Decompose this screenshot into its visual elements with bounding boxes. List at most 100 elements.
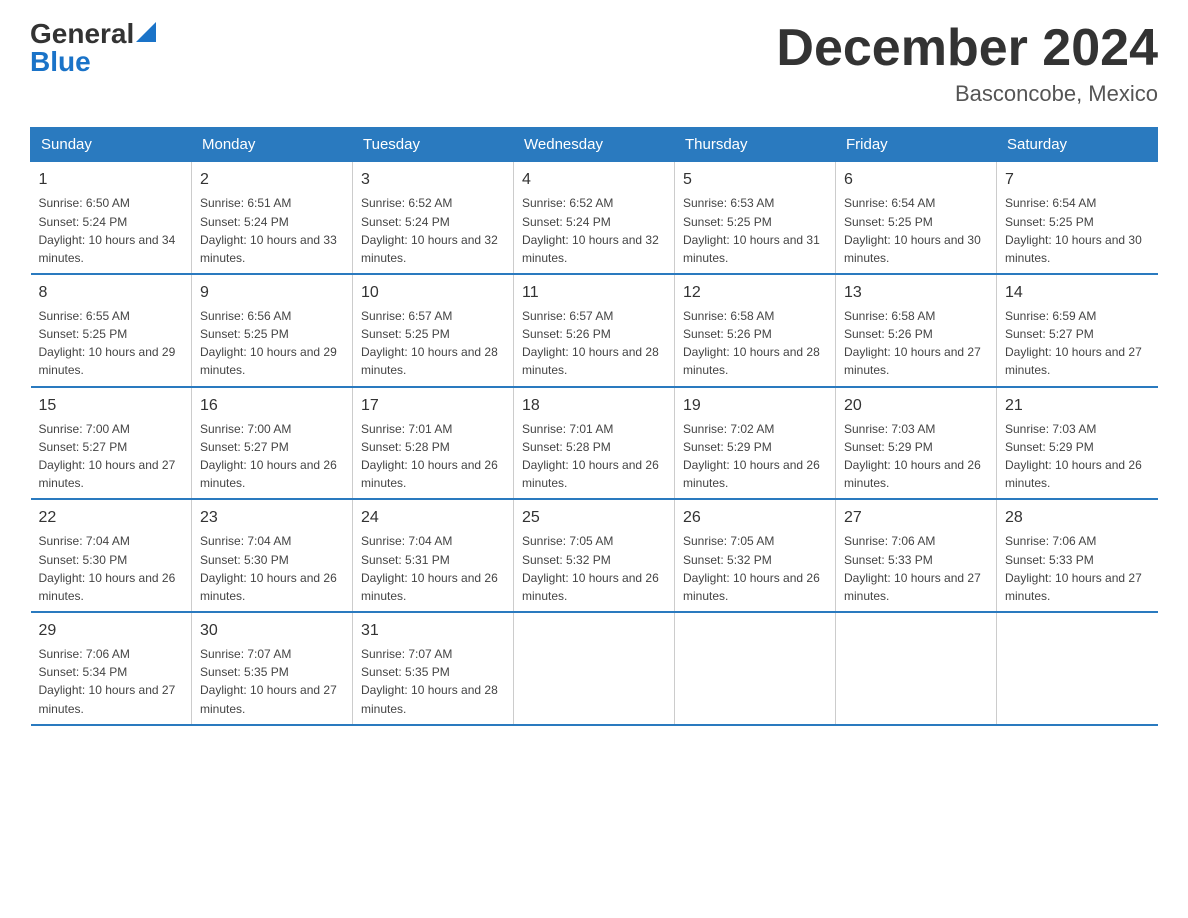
calendar-cell: 21 Sunrise: 7:03 AMSunset: 5:29 PMDayligh… — [997, 387, 1158, 500]
calendar-cell — [997, 612, 1158, 725]
calendar-cell: 29 Sunrise: 7:06 AMSunset: 5:34 PMDayligh… — [31, 612, 192, 725]
day-info: Sunrise: 7:05 AMSunset: 5:32 PMDaylight:… — [522, 534, 659, 602]
day-number: 12 — [683, 281, 827, 304]
day-info: Sunrise: 7:01 AMSunset: 5:28 PMDaylight:… — [361, 422, 498, 490]
day-number: 13 — [844, 281, 988, 304]
day-number: 22 — [39, 506, 184, 529]
calendar-cell: 5Sunrise: 6:53 AMSunset: 5:25 PMDaylight… — [675, 162, 836, 274]
main-title: December 2024 — [776, 20, 1158, 77]
week-row-5: 29 Sunrise: 7:06 AMSunset: 5:34 PMDayligh… — [31, 612, 1158, 725]
day-info: Sunrise: 6:54 AMSunset: 5:25 PMDaylight:… — [1005, 196, 1142, 264]
day-number: 2 — [200, 168, 344, 191]
day-info: Sunrise: 6:53 AMSunset: 5:25 PMDaylight:… — [683, 196, 820, 264]
day-number: 26 — [683, 506, 827, 529]
day-number: 16 — [200, 394, 344, 417]
calendar-cell: 31 Sunrise: 7:07 AMSunset: 5:35 PMDayligh… — [353, 612, 514, 725]
day-info: Sunrise: 7:03 AMSunset: 5:29 PMDaylight:… — [1005, 422, 1142, 490]
day-number: 10 — [361, 281, 505, 304]
day-number: 9 — [200, 281, 344, 304]
calendar-cell — [836, 612, 997, 725]
day-info: Sunrise: 7:04 AMSunset: 5:31 PMDaylight:… — [361, 534, 498, 602]
day-info: Sunrise: 6:58 AMSunset: 5:26 PMDaylight:… — [683, 309, 820, 377]
day-number: 31 — [361, 619, 505, 642]
calendar-cell: 24Sunrise: 7:04 AMSunset: 5:31 PMDayligh… — [353, 499, 514, 612]
day-info: Sunrise: 7:03 AMSunset: 5:29 PMDaylight:… — [844, 422, 981, 490]
day-number: 14 — [1005, 281, 1150, 304]
day-info: Sunrise: 6:52 AMSunset: 5:24 PMDaylight:… — [522, 196, 659, 264]
day-number: 11 — [522, 281, 666, 304]
logo-blue: Blue — [30, 48, 91, 76]
day-info: Sunrise: 6:59 AMSunset: 5:27 PMDaylight:… — [1005, 309, 1142, 377]
day-number: 25 — [522, 506, 666, 529]
day-info: Sunrise: 7:00 AMSunset: 5:27 PMDaylight:… — [200, 422, 337, 490]
day-info: Sunrise: 7:05 AMSunset: 5:32 PMDaylight:… — [683, 534, 820, 602]
day-info: Sunrise: 6:56 AMSunset: 5:25 PMDaylight:… — [200, 309, 337, 377]
day-number: 28 — [1005, 506, 1150, 529]
day-info: Sunrise: 7:01 AMSunset: 5:28 PMDaylight:… — [522, 422, 659, 490]
calendar-cell: 22 Sunrise: 7:04 AMSunset: 5:30 PMDayligh… — [31, 499, 192, 612]
calendar-cell: 20 Sunrise: 7:03 AMSunset: 5:29 PMDayligh… — [836, 387, 997, 500]
day-info: Sunrise: 6:52 AMSunset: 5:24 PMDaylight:… — [361, 196, 498, 264]
day-info: Sunrise: 7:06 AMSunset: 5:34 PMDaylight:… — [39, 647, 176, 715]
logo: General Blue — [30, 20, 156, 76]
day-info: Sunrise: 6:54 AMSunset: 5:25 PMDaylight:… — [844, 196, 981, 264]
calendar-cell: 8Sunrise: 6:55 AMSunset: 5:25 PMDaylight… — [31, 274, 192, 387]
week-row-3: 15 Sunrise: 7:00 AMSunset: 5:27 PMDayligh… — [31, 387, 1158, 500]
calendar-cell — [675, 612, 836, 725]
calendar-cell — [514, 612, 675, 725]
calendar-cell: 30 Sunrise: 7:07 AMSunset: 5:35 PMDayligh… — [192, 612, 353, 725]
calendar-cell: 15 Sunrise: 7:00 AMSunset: 5:27 PMDayligh… — [31, 387, 192, 500]
day-number: 17 — [361, 394, 505, 417]
day-info: Sunrise: 7:07 AMSunset: 5:35 PMDaylight:… — [200, 647, 337, 715]
day-number: 23 — [200, 506, 344, 529]
day-number: 7 — [1005, 168, 1150, 191]
week-row-2: 8Sunrise: 6:55 AMSunset: 5:25 PMDaylight… — [31, 274, 1158, 387]
calendar-cell: 9 Sunrise: 6:56 AMSunset: 5:25 PMDaylight… — [192, 274, 353, 387]
day-info: Sunrise: 6:57 AMSunset: 5:26 PMDaylight:… — [522, 309, 659, 377]
calendar-cell: 4 Sunrise: 6:52 AMSunset: 5:24 PMDaylight… — [514, 162, 675, 274]
header-sunday: Sunday — [31, 128, 192, 162]
day-number: 30 — [200, 619, 344, 642]
calendar-cell: 14 Sunrise: 6:59 AMSunset: 5:27 PMDayligh… — [997, 274, 1158, 387]
calendar-header-row: SundayMondayTuesdayWednesdayThursdayFrid… — [31, 128, 1158, 162]
calendar-cell: 28 Sunrise: 7:06 AMSunset: 5:33 PMDayligh… — [997, 499, 1158, 612]
day-info: Sunrise: 7:06 AMSunset: 5:33 PMDaylight:… — [844, 534, 981, 602]
logo-general: General — [30, 20, 134, 48]
subtitle: Basconcobe, Mexico — [776, 81, 1158, 107]
day-number: 15 — [39, 394, 184, 417]
day-number: 27 — [844, 506, 988, 529]
header-thursday: Thursday — [675, 128, 836, 162]
day-info: Sunrise: 6:50 AMSunset: 5:24 PMDaylight:… — [39, 196, 176, 264]
calendar-cell: 23Sunrise: 7:04 AMSunset: 5:30 PMDayligh… — [192, 499, 353, 612]
day-info: Sunrise: 6:51 AMSunset: 5:24 PMDaylight:… — [200, 196, 337, 264]
day-info: Sunrise: 7:06 AMSunset: 5:33 PMDaylight:… — [1005, 534, 1142, 602]
calendar-cell: 19Sunrise: 7:02 AMSunset: 5:29 PMDayligh… — [675, 387, 836, 500]
day-info: Sunrise: 7:04 AMSunset: 5:30 PMDaylight:… — [39, 534, 176, 602]
calendar-cell: 7 Sunrise: 6:54 AMSunset: 5:25 PMDaylight… — [997, 162, 1158, 274]
day-number: 1 — [39, 168, 184, 191]
calendar-cell: 10Sunrise: 6:57 AMSunset: 5:25 PMDayligh… — [353, 274, 514, 387]
day-number: 21 — [1005, 394, 1150, 417]
calendar-cell: 3 Sunrise: 6:52 AMSunset: 5:24 PMDaylight… — [353, 162, 514, 274]
day-number: 3 — [361, 168, 505, 191]
calendar-cell: 11 Sunrise: 6:57 AMSunset: 5:26 PMDayligh… — [514, 274, 675, 387]
header-wednesday: Wednesday — [514, 128, 675, 162]
day-info: Sunrise: 6:58 AMSunset: 5:26 PMDaylight:… — [844, 309, 981, 377]
day-number: 20 — [844, 394, 988, 417]
day-number: 18 — [522, 394, 666, 417]
calendar-cell: 6 Sunrise: 6:54 AMSunset: 5:25 PMDaylight… — [836, 162, 997, 274]
day-info: Sunrise: 7:00 AMSunset: 5:27 PMDaylight:… — [39, 422, 176, 490]
header-saturday: Saturday — [997, 128, 1158, 162]
calendar-cell: 1 Sunrise: 6:50 AMSunset: 5:24 PMDaylight… — [31, 162, 192, 274]
day-info: Sunrise: 7:02 AMSunset: 5:29 PMDaylight:… — [683, 422, 820, 490]
day-number: 4 — [522, 168, 666, 191]
calendar-cell: 2 Sunrise: 6:51 AMSunset: 5:24 PMDaylight… — [192, 162, 353, 274]
calendar-cell: 26 Sunrise: 7:05 AMSunset: 5:32 PMDayligh… — [675, 499, 836, 612]
day-info: Sunrise: 7:07 AMSunset: 5:35 PMDaylight:… — [361, 647, 498, 715]
calendar-cell: 25 Sunrise: 7:05 AMSunset: 5:32 PMDayligh… — [514, 499, 675, 612]
calendar-cell: 16 Sunrise: 7:00 AMSunset: 5:27 PMDayligh… — [192, 387, 353, 500]
header-tuesday: Tuesday — [353, 128, 514, 162]
day-number: 29 — [39, 619, 184, 642]
calendar-cell: 18 Sunrise: 7:01 AMSunset: 5:28 PMDayligh… — [514, 387, 675, 500]
day-number: 6 — [844, 168, 988, 191]
